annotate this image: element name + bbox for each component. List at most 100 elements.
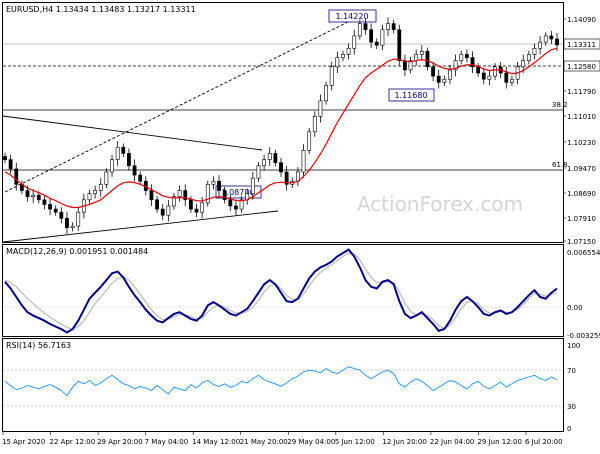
candle-body (217, 180, 221, 191)
candle-body (459, 54, 464, 61)
candle-body (301, 150, 306, 173)
candle-body (312, 116, 317, 133)
candle-body (149, 190, 154, 201)
candle-body (262, 159, 267, 167)
candle-body (138, 174, 143, 182)
candle-body (166, 205, 171, 216)
macd-line (4, 248, 558, 334)
candle-body (510, 78, 514, 83)
candle-body (352, 35, 357, 49)
candle-body (115, 146, 120, 160)
candle-body (329, 66, 334, 86)
rsi-tick-label: 70 (567, 367, 576, 375)
candle-body (448, 69, 452, 80)
candle-body (160, 208, 165, 216)
candle-body (3, 156, 7, 160)
candle-body (273, 153, 278, 163)
candle-body (228, 199, 233, 207)
candle-body (464, 54, 469, 58)
candle-body (391, 23, 396, 31)
lower-trendline (2, 210, 279, 243)
x-tick-label: 21 May 20:00 (240, 438, 288, 446)
x-tick-label: 22 Jun 04:00 (430, 438, 474, 446)
candle-body (493, 66, 497, 77)
chart-window: ActionForex.com EURUSD,H4 1.13434 1.1348… (0, 0, 600, 450)
candle-body (374, 41, 379, 46)
candle-body (42, 199, 47, 205)
candle-body (194, 208, 199, 213)
x-tick-label: 29 May 04:00 (287, 438, 335, 446)
candle-body (155, 199, 159, 210)
x-tick-label: 14 May 12:00 (192, 438, 240, 446)
candle-body (341, 54, 345, 58)
rsi-label: RSI(14) 56.7163 (6, 341, 71, 350)
x-tick-label: 15 Apr 2020 (2, 438, 45, 446)
y-tick-label: 1.08690 (567, 190, 596, 198)
candle-body (363, 23, 368, 31)
current-price-box: 1.13311 (563, 38, 600, 50)
x-tick-label: 29 Apr 20:00 (97, 438, 143, 446)
candle-body (48, 204, 52, 210)
chart-canvas: ActionForex.com EURUSD,H4 1.13434 1.1348… (2, 2, 600, 446)
macd-tick-label: -0.003259 (567, 332, 600, 340)
candle-body (250, 177, 255, 194)
candle-body (324, 85, 328, 102)
y-tick-label: 1.14090 (567, 16, 596, 24)
candle-body (318, 100, 323, 117)
candle-body (369, 29, 374, 43)
candle-body (532, 47, 537, 55)
candle-body (36, 194, 41, 201)
candle-body (357, 23, 362, 37)
macd-tick-label: 0.00 (567, 304, 583, 312)
macd-tick-label: 0.006554 (567, 249, 600, 257)
x-tick-label: 12 Jun 20:00 (382, 438, 426, 446)
candle-body (442, 78, 447, 83)
candle-body (335, 57, 340, 68)
candle-body (8, 159, 13, 170)
level1-price-text: 1.12580 (567, 63, 596, 71)
candle-body (59, 211, 64, 219)
candle-body (487, 75, 492, 80)
candle-body (267, 153, 272, 160)
x-tick-label: 7 May 04:00 (145, 438, 189, 446)
candle-body (543, 35, 548, 43)
candle-body (14, 168, 19, 185)
y-tick-label: 1.07150 (567, 238, 596, 246)
high-annotation-text: 1.14220 (335, 12, 368, 21)
candle-body (127, 153, 131, 167)
candle-body (419, 51, 424, 55)
candle-body (222, 190, 227, 201)
candle-body (211, 180, 216, 185)
candle-body (188, 199, 193, 210)
y-tick-label: 1.10230 (567, 139, 596, 147)
candle-body (555, 38, 559, 46)
candle-body (234, 205, 238, 210)
candle-body (87, 193, 92, 201)
candle-body (481, 72, 486, 80)
candle-body (31, 194, 36, 198)
candle-body (436, 75, 441, 83)
y-tick-label: 1.11010 (567, 113, 596, 121)
candle-body (397, 29, 402, 61)
candle-body (431, 66, 435, 77)
candle-body (476, 66, 481, 74)
symbol-header: EURUSD,H4 1.13434 1.13483 1.13217 1.1331… (6, 5, 196, 14)
upper-trendline (2, 115, 263, 151)
current-price-text: 1.13311 (567, 41, 596, 49)
rsi-tick-label: 100 (567, 342, 580, 350)
candle-body (200, 202, 205, 213)
candle-body (307, 131, 312, 151)
x-tick-label: 6 Jul 20:00 (525, 438, 563, 446)
macd-label: MACD(12,26,9) 0.001951 0.001484 (6, 247, 148, 256)
candle-body (53, 208, 58, 213)
moving-average-line (4, 47, 558, 209)
candle-body (425, 51, 430, 68)
candle-body (504, 72, 509, 83)
candle-body (403, 60, 407, 71)
y-tick-label: 1.07910 (567, 215, 596, 223)
y-tick-label: 1.09470 (567, 165, 596, 173)
candle-body (279, 162, 283, 173)
candle-body (110, 159, 114, 173)
x-tick-label: 29 Jun 12:00 (477, 438, 521, 446)
candle-body (25, 190, 30, 198)
